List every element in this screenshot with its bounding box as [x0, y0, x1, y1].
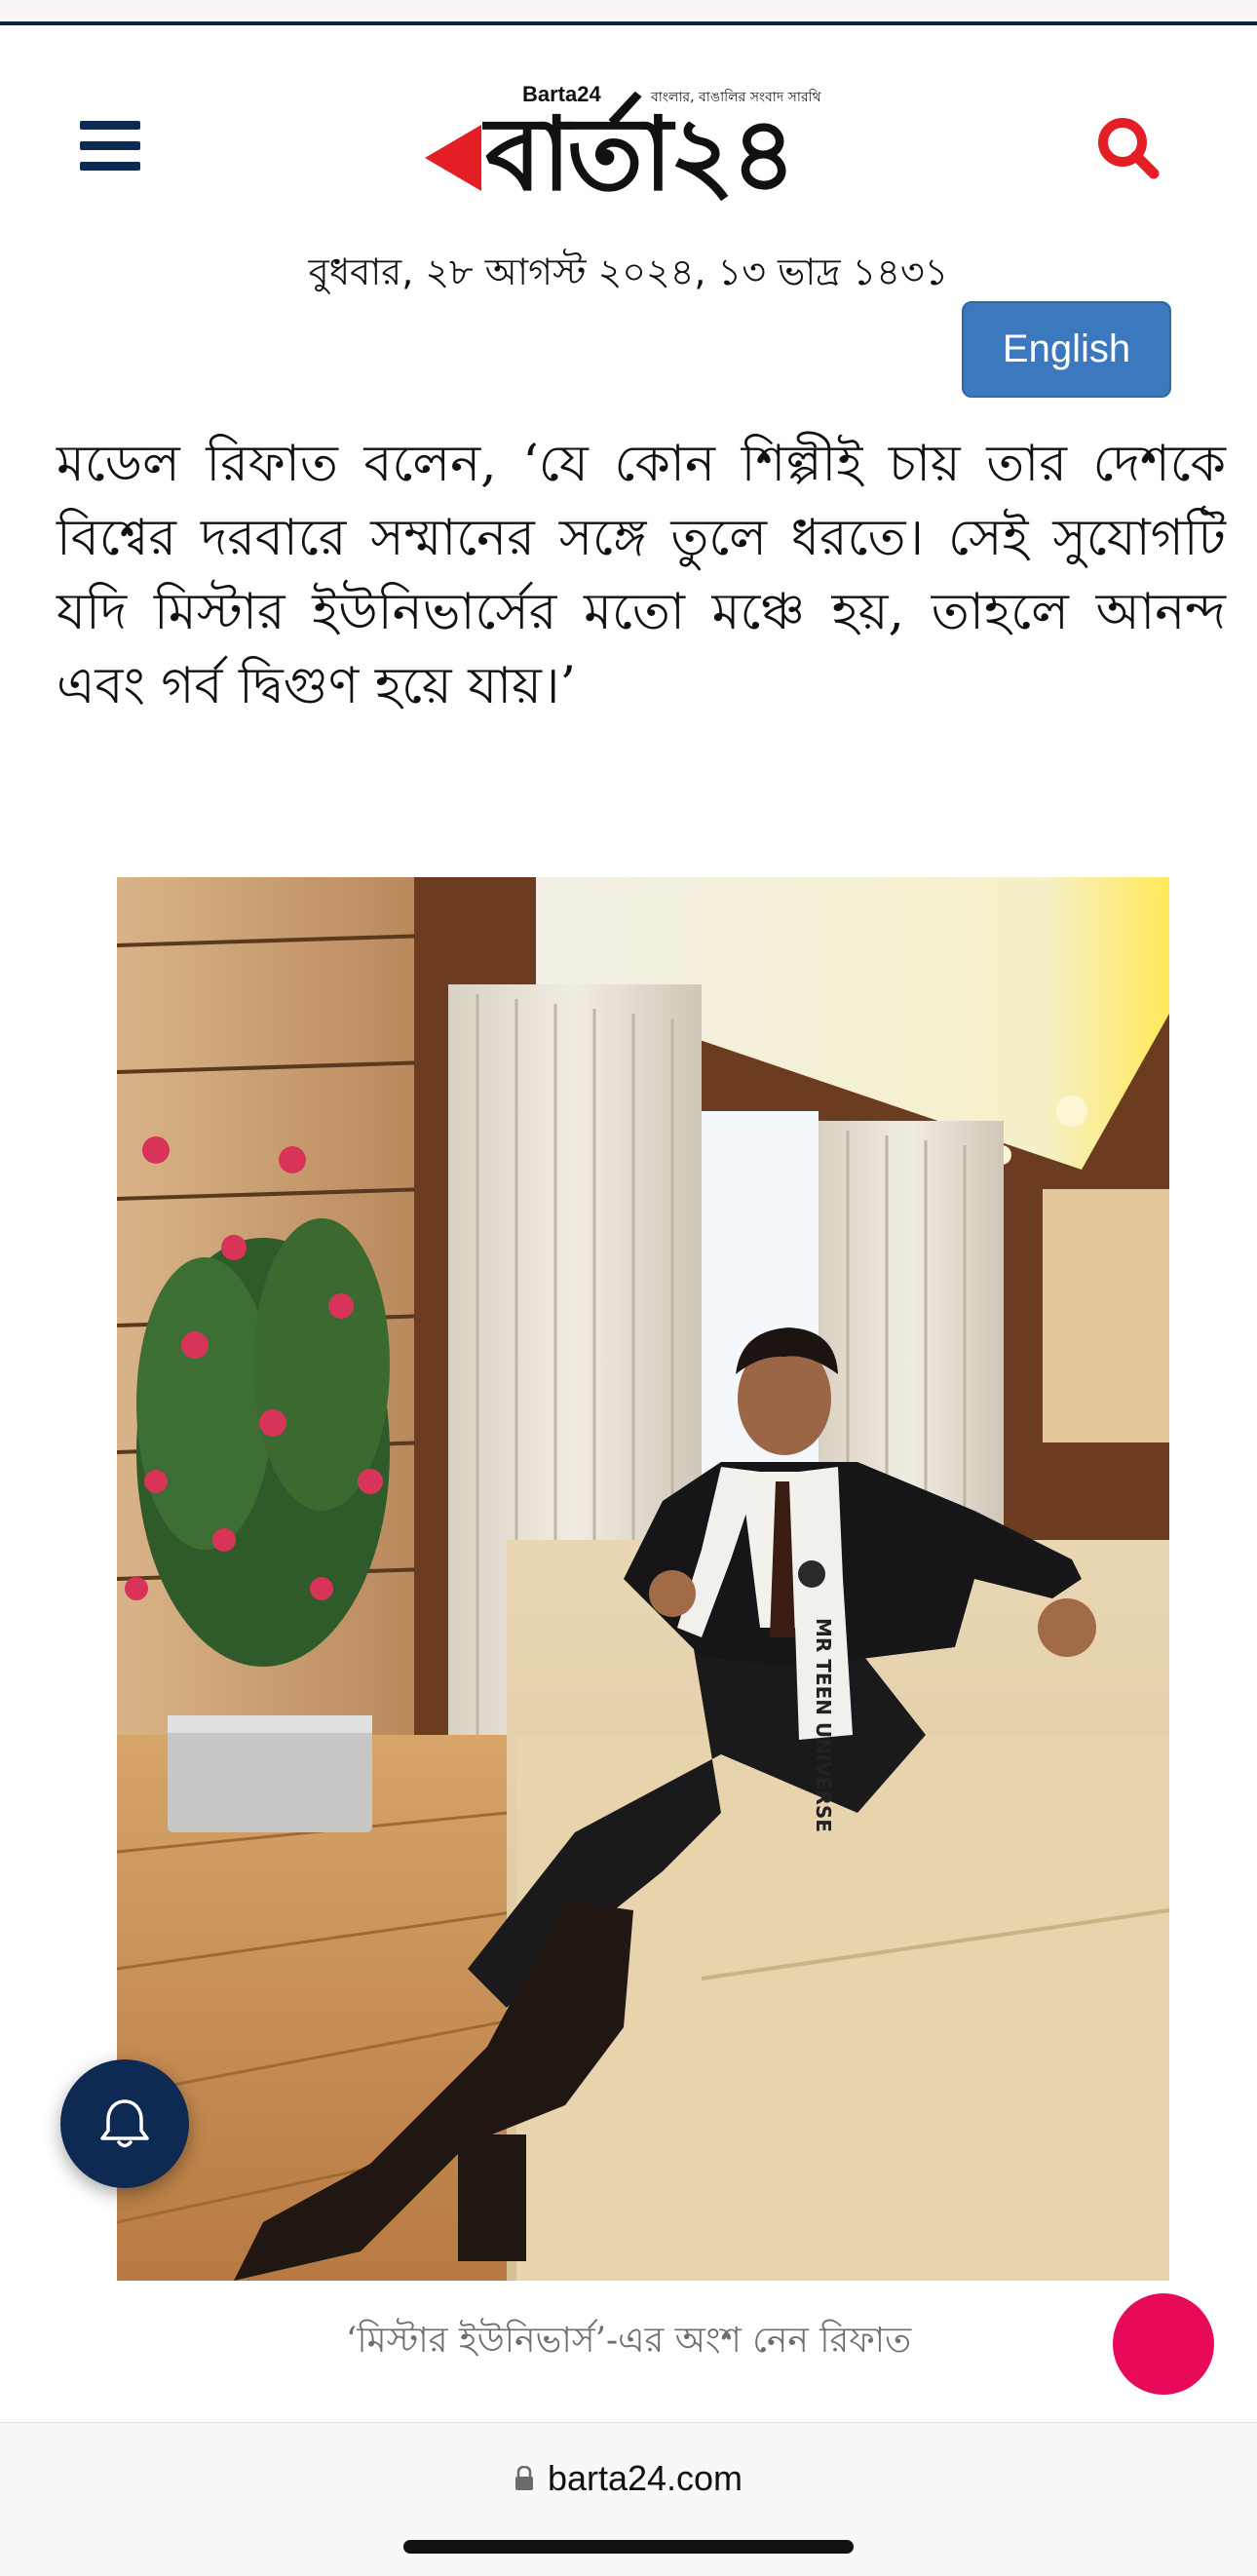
url-text: barta24.com — [547, 2458, 743, 2498]
logo-bangla-text: বার্তা২৪ — [485, 95, 796, 213]
floating-action-button[interactable] — [1113, 2293, 1214, 2395]
image-caption: ‘মিস্টার ইউনিভার্স’-এর অংশ নেন রিফাত — [345, 2321, 912, 2361]
notification-bell-icon[interactable] — [60, 2059, 189, 2188]
article-photo: MR TEEN UNIVERSE — [117, 877, 1169, 2281]
lock-icon — [514, 2466, 533, 2490]
header-divider — [0, 21, 1257, 25]
site-logo[interactable]: Barta24 বাংলার, বাঙালির সংবাদ সারথি বার্… — [425, 68, 834, 212]
home-indicator[interactable] — [403, 2540, 854, 2554]
current-date: বুধবার, ২৮ আগস্ট ২০২৪, ১৩ ভাদ্র ১৪৩১ — [308, 250, 949, 293]
status-strip — [0, 0, 1257, 21]
search-icon[interactable] — [1093, 113, 1163, 183]
english-language-button[interactable]: English — [962, 301, 1171, 398]
sash-text: MR TEEN UNIVERSE — [812, 1618, 835, 1832]
article-paragraph: মডেল রিফাত বলেন, ‘যে কোন শিল্পীই চায় তা… — [57, 435, 1226, 715]
hamburger-menu-icon[interactable] — [80, 121, 140, 172]
